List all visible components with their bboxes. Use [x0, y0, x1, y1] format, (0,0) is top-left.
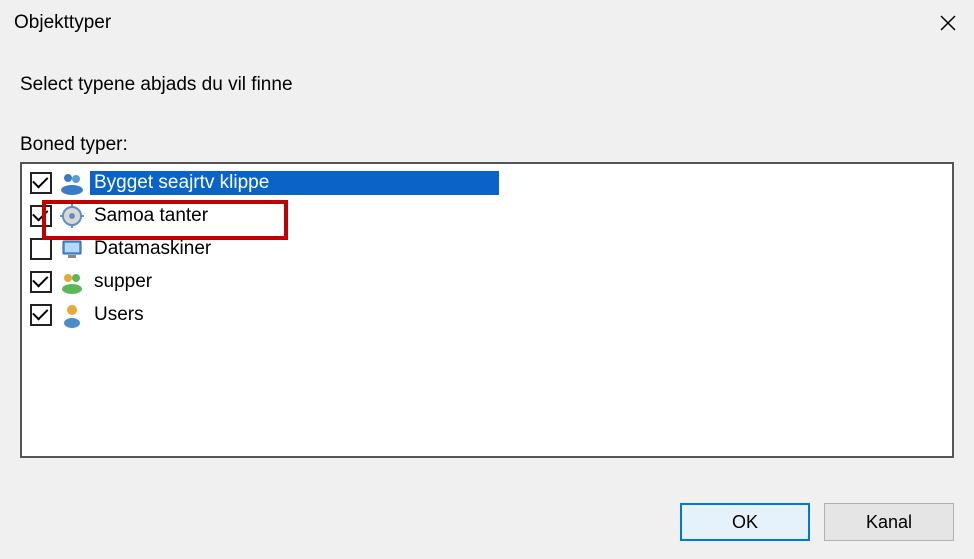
list-item[interactable]: Samoa tanter: [22, 199, 952, 232]
dialog-content: Select typene abjads du vil finne Boned …: [0, 42, 974, 489]
list-label: Boned typer:: [20, 134, 954, 156]
cancel-button[interactable]: Kanal: [824, 503, 954, 541]
list-item[interactable]: supper: [22, 265, 952, 298]
list-item-label: supper: [90, 270, 156, 294]
list-item-label: Users: [90, 303, 148, 327]
checkbox[interactable]: [30, 172, 52, 194]
object-types-dialog: Objekttyper Select typene abjads du vil …: [0, 0, 974, 559]
list-item[interactable]: Users: [22, 298, 952, 331]
computer-icon: [58, 235, 86, 263]
checkbox[interactable]: [30, 205, 52, 227]
object-types-listbox[interactable]: Bygget seajrtv klippe Samoa tanter Datam…: [20, 162, 954, 458]
list-item[interactable]: Bygget seajrtv klippe: [22, 166, 952, 199]
person-icon: [58, 301, 86, 329]
dialog-title: Objekttyper: [14, 12, 111, 34]
list-item-label: Bygget seajrtv klippe: [90, 171, 499, 195]
group-icon: [58, 268, 86, 296]
checkbox[interactable]: [30, 304, 52, 326]
users-icon: [58, 169, 86, 197]
close-button[interactable]: [934, 9, 962, 37]
checkbox[interactable]: [30, 238, 52, 260]
ok-button[interactable]: OK: [680, 503, 810, 541]
button-bar: OK Kanal: [0, 489, 974, 559]
checkbox[interactable]: [30, 271, 52, 293]
titlebar: Objekttyper: [0, 0, 974, 42]
instruction-text: Select typene abjads du vil finne: [20, 74, 954, 96]
close-icon: [939, 14, 957, 32]
gear-icon: [58, 202, 86, 230]
list-item-label: Datamaskiner: [90, 237, 215, 261]
list-item-label: Samoa tanter: [90, 204, 212, 228]
list-item[interactable]: Datamaskiner: [22, 232, 952, 265]
